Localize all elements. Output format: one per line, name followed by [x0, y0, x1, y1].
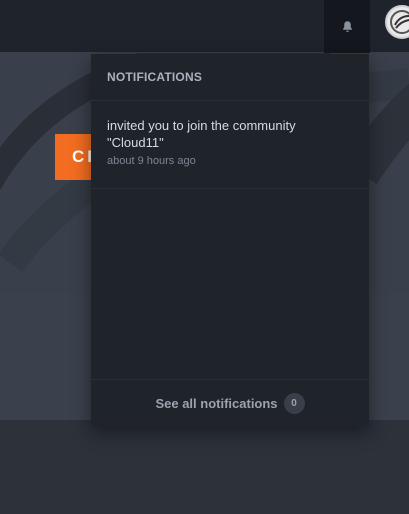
- see-all-link[interactable]: See all notifications: [155, 396, 277, 411]
- top-bar: [0, 0, 409, 53]
- see-all-notifications[interactable]: See all notifications 0: [91, 379, 369, 426]
- page-background: [0, 420, 409, 514]
- notifications-dropdown: NOTIFICATIONS invited you to join the co…: [91, 54, 369, 426]
- notification-item[interactable]: invited you to join the community "Cloud…: [91, 101, 369, 189]
- bell-icon: [342, 21, 352, 32]
- logo-icon: [390, 10, 409, 34]
- notifications-header: NOTIFICATIONS: [91, 54, 369, 101]
- notification-count-badge: 0: [283, 392, 305, 414]
- notification-time: about 9 hours ago: [107, 155, 196, 167]
- notification-text: invited you to join the community "Cloud…: [107, 118, 296, 150]
- notifications-button[interactable]: [324, 0, 370, 53]
- avatar[interactable]: [385, 5, 409, 39]
